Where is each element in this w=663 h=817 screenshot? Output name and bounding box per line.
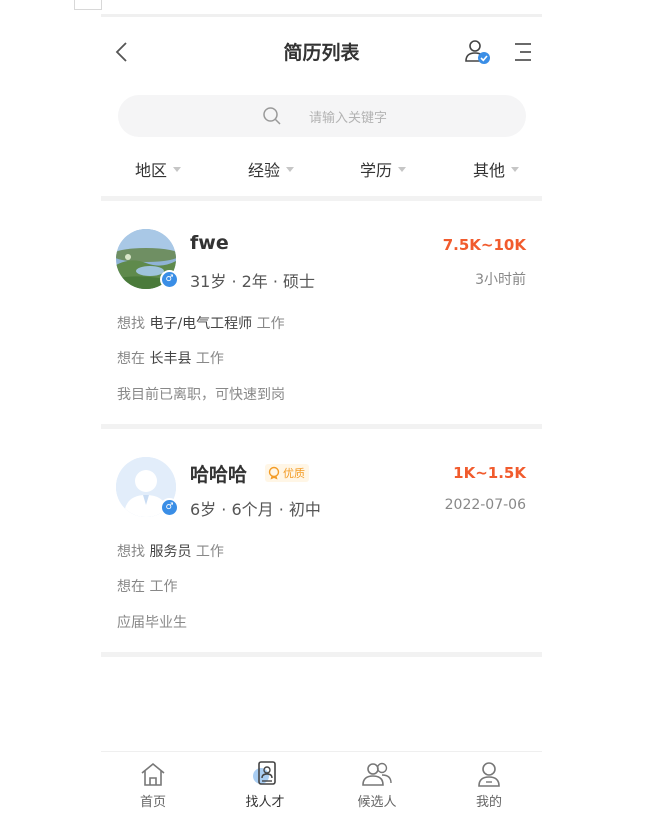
candidate-name: fwe xyxy=(190,232,229,254)
desired-job-title: 电子/电气工程师 xyxy=(149,316,253,332)
filter-other[interactable]: 其他 xyxy=(473,154,520,184)
profile-icon xyxy=(478,762,500,787)
job-status: 我目前已离职，可快速到岗 xyxy=(117,387,285,403)
filter-experience[interactable]: 经验 xyxy=(248,154,295,184)
nav-header: 简历列表 xyxy=(101,32,542,72)
tab-home[interactable]: 首页 xyxy=(113,760,193,816)
quality-badge: 优质 xyxy=(265,464,309,482)
desired-location: 想在 工作 xyxy=(117,576,177,596)
desired-job-suffix: 工作 xyxy=(256,316,285,332)
filter-education[interactable]: 学历 xyxy=(360,154,407,184)
tab-mine[interactable]: 我的 xyxy=(449,760,529,816)
menu-button[interactable] xyxy=(511,41,535,63)
desired-location-prefix: 想在 xyxy=(117,351,145,367)
resume-card[interactable]: ♂ fwe 7.5K~10K 31岁 · 2年 · 硕士 3小时前 想找 电子/… xyxy=(101,201,542,425)
candidate-meta: 31岁 · 2年 · 硕士 xyxy=(190,272,316,291)
tab-candidates[interactable]: 候选人 xyxy=(337,760,417,816)
app-screen: 简历列表 请输入关键字 地区 经验 学历 其他 ♂ fwe 7.5K~10K 3… xyxy=(101,14,542,817)
filter-label: 学历 xyxy=(360,161,393,180)
desired-location-prefix: 想在 xyxy=(117,579,145,595)
caret-down-icon xyxy=(286,166,295,172)
user-verified-icon xyxy=(465,40,490,64)
desired-job-suffix: 工作 xyxy=(195,544,224,560)
filter-bar: 地区 经验 学历 其他 xyxy=(101,154,542,184)
tab-find-talent[interactable]: 找人才 xyxy=(225,760,305,816)
update-time: 2022-07-06 xyxy=(444,497,526,513)
card-divider xyxy=(101,652,542,657)
gender-male-icon: ♂ xyxy=(160,270,179,289)
filter-label: 地区 xyxy=(135,161,168,180)
tab-label: 找人才 xyxy=(245,795,285,810)
desired-location: 想在 长丰县 工作 xyxy=(117,348,224,368)
desired-location-suffix: 工作 xyxy=(195,351,224,367)
search-placeholder: 请输入关键字 xyxy=(309,111,388,126)
user-verified-button[interactable] xyxy=(463,37,493,67)
caret-down-icon xyxy=(398,166,407,172)
update-time: 3小时前 xyxy=(475,272,526,288)
bottom-tab-bar: 首页 找人才 候选人 我的 xyxy=(101,751,542,817)
tab-label: 我的 xyxy=(475,795,502,810)
job-status: 应届毕业生 xyxy=(117,615,187,631)
home-icon xyxy=(141,762,165,786)
tab-label: 候选人 xyxy=(357,795,397,810)
caret-down-icon xyxy=(173,166,182,172)
badge-label: 优质 xyxy=(283,467,305,480)
desired-location-value: 长丰县 xyxy=(149,351,192,367)
medal-icon xyxy=(268,466,280,480)
gender-male-icon: ♂ xyxy=(160,498,179,517)
desired-job: 想找 电子/电气工程师 工作 xyxy=(117,313,285,333)
candidate-name: 哈哈哈 xyxy=(190,464,248,486)
caret-down-icon xyxy=(511,166,520,172)
candidates-icon xyxy=(362,762,392,786)
desired-job: 想找 服务员 工作 xyxy=(117,541,224,561)
desired-job-prefix: 想找 xyxy=(117,316,145,332)
desired-job-title: 服务员 xyxy=(149,544,192,560)
search-input[interactable]: 请输入关键字 xyxy=(118,95,526,137)
resume-card[interactable]: ♂ 哈哈哈 优质 1K~1.5K 6岁 · 6个月 · 初中 2022-07-0… xyxy=(101,429,542,653)
candidate-meta: 6岁 · 6个月 · 初中 xyxy=(190,500,321,519)
search-icon xyxy=(263,107,281,125)
desired-job-prefix: 想找 xyxy=(117,544,145,560)
filter-label: 经验 xyxy=(248,161,281,180)
menu-icon xyxy=(515,43,531,61)
corner-frame xyxy=(74,0,102,10)
desired-location-suffix: 工作 xyxy=(149,579,178,595)
filter-label: 其他 xyxy=(473,161,506,180)
expected-salary: 7.5K~10K xyxy=(442,236,526,254)
filter-region[interactable]: 地区 xyxy=(135,154,182,184)
expected-salary: 1K~1.5K xyxy=(453,464,526,482)
top-divider xyxy=(101,14,542,17)
resume-icon xyxy=(253,761,276,785)
tab-label: 首页 xyxy=(139,795,166,810)
